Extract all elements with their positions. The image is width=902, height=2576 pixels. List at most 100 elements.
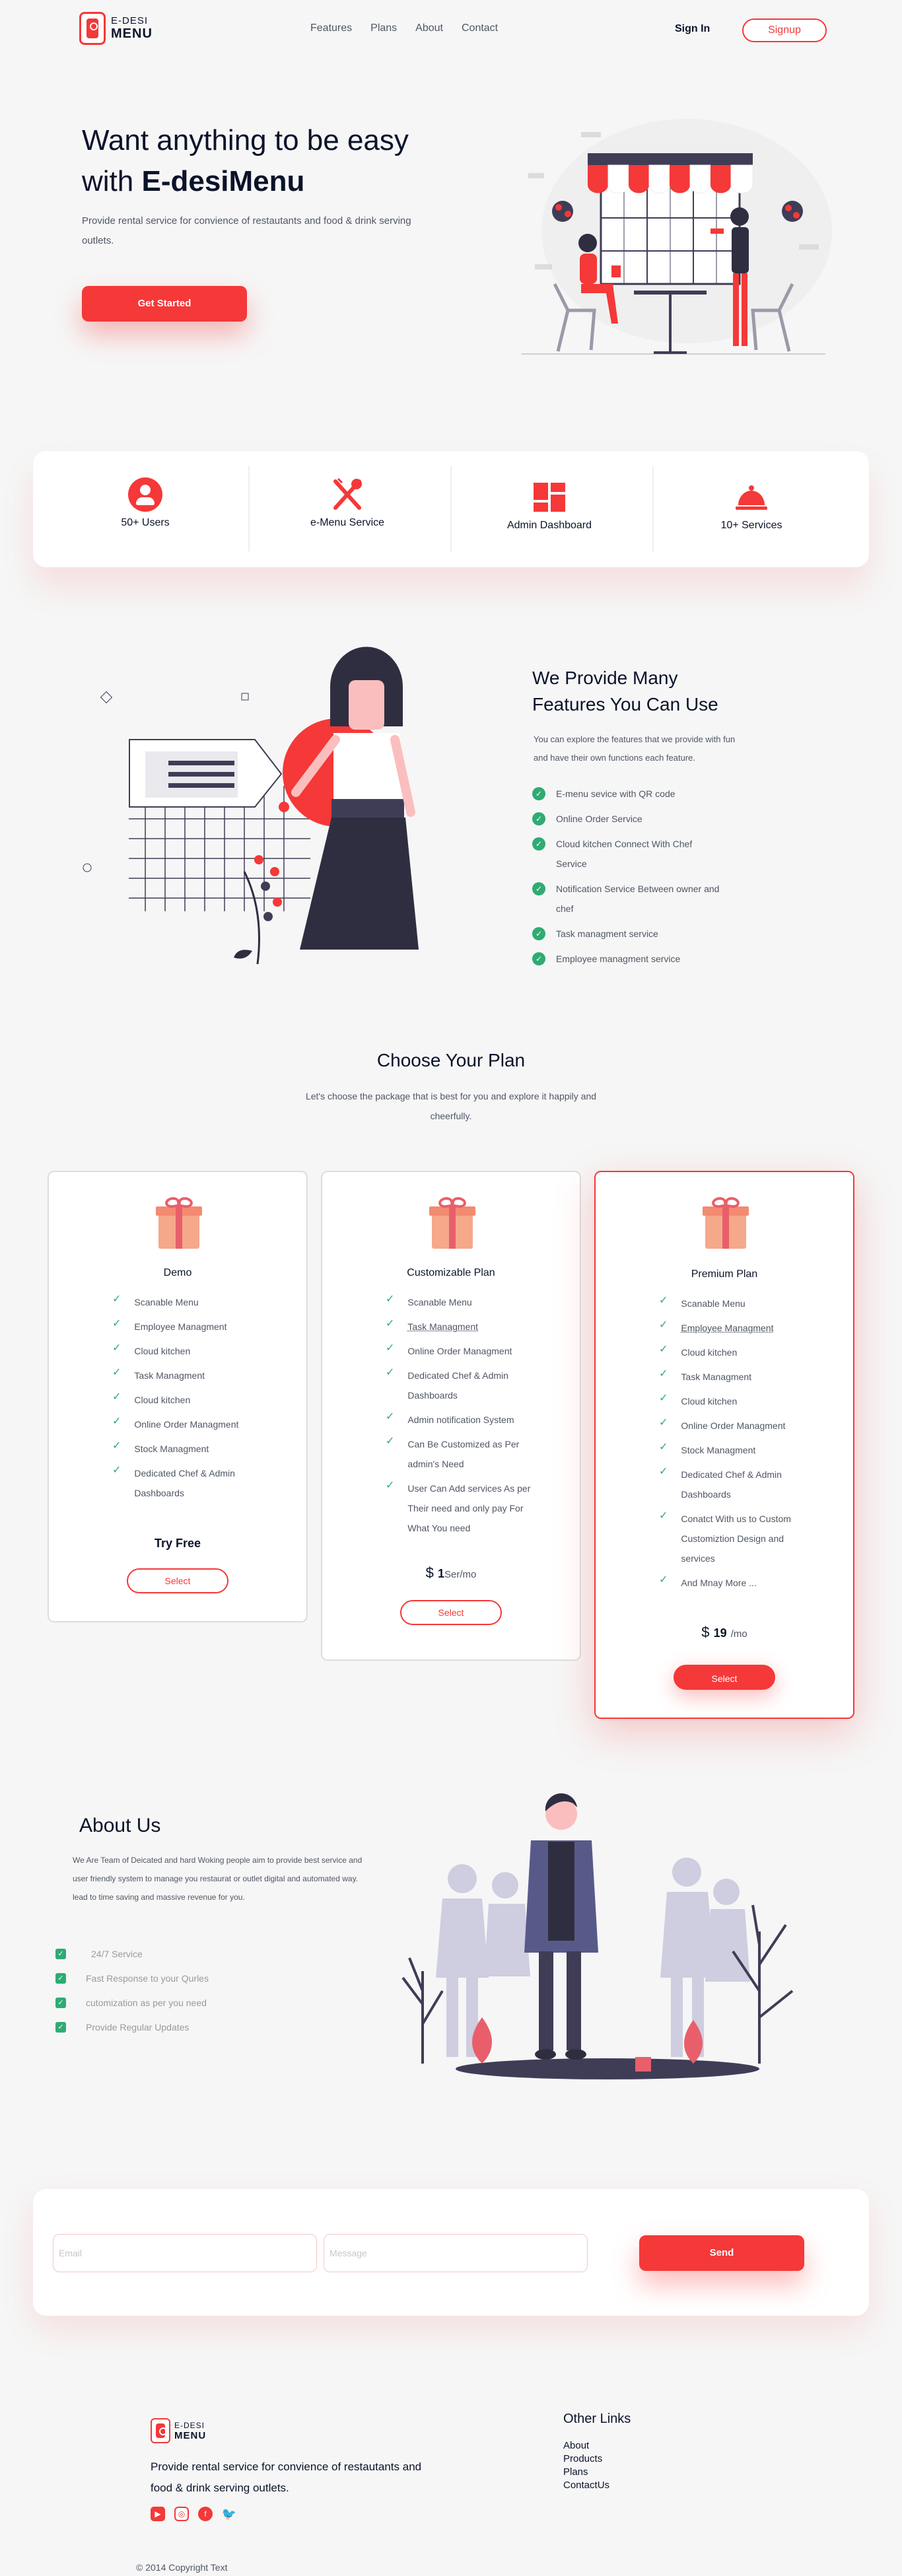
gift-icon [703,1196,749,1249]
check-icon: ✓ [112,1465,121,1476]
check-icon: ✓ [659,1442,668,1453]
features-illustration [79,641,449,971]
stat-label: 50+ Users [121,517,170,528]
plan-item: ✓ Scanable Menu [386,1292,557,1312]
check-icon: ✓ [386,1318,395,1329]
footer-link-plans[interactable]: Plans [563,2466,609,2479]
checkbox-icon: ✓ [55,1948,66,1959]
message-field[interactable]: Message [324,2234,588,2272]
social-links: ▶ ◎ f 🐦 [151,2507,236,2521]
feature-item: ✓ E-menu sevice with QR code [532,784,757,804]
plan-item: ✓ Scanable Menu [659,1294,837,1313]
send-button[interactable]: Send [639,2235,804,2271]
stat-dashboard: Admin Dashboard [490,483,609,532]
facebook-icon[interactable]: f [198,2507,213,2521]
instagram-icon[interactable]: ◎ [174,2507,189,2521]
youtube-icon[interactable]: ▶ [151,2507,165,2521]
email-field[interactable]: Email [53,2234,317,2272]
checkbox-icon: ✓ [55,1997,66,2008]
plan-item: ✓ Task Managment [386,1317,557,1337]
plan-features: ✓ Scanable Menu ✓ Employee Managment ✓ Clou… [659,1294,837,1597]
feature-item: ✓ Employee managment service [532,949,757,969]
plan-item: ✓ Task Managment [659,1367,837,1387]
cloche-icon [734,483,769,512]
nav-about[interactable]: About [415,22,443,34]
check-icon: ✓ [112,1416,121,1427]
about-item: ✓ cutomization as per you need [55,1990,293,2015]
select-button-customizable[interactable]: Select [400,1600,502,1625]
check-icon: ✓ [659,1574,668,1585]
about-illustration [390,1793,812,2083]
plan-name: Premium Plan [691,1269,758,1280]
check-icon: ✓ [386,1411,395,1422]
check-icon: ✓ [112,1294,121,1305]
feature-item: ✓ Notification Service Between owner and … [532,879,757,919]
plan-name: Customizable Plan [407,1267,495,1278]
check-icon: ✓ [659,1319,668,1331]
check-icon: ✓ [112,1342,121,1354]
signin-link[interactable]: Sign In [675,23,710,35]
signup-button[interactable]: Signup [742,18,827,42]
select-button-premium[interactable]: Select [674,1665,775,1690]
plan-item: ✓ Online Order Managment [659,1416,837,1436]
check-icon: ✓ [532,787,545,800]
footer-link-about[interactable]: About [563,2439,609,2453]
plan-item: ✓ Employee Managment [112,1317,284,1337]
check-icon: ✓ [532,812,545,825]
features-list: ✓ E-menu sevice with QR code ✓ Online Orde… [532,784,757,974]
features-desc: You can explore the features that we pro… [534,734,736,763]
plan-price: Try Free [154,1537,201,1550]
plan-item: ✓ Can Be Customized as Per admin's Need [386,1434,557,1474]
feature-item: ✓ Cloud kitchen Connect With Chef Service [532,834,757,874]
dashboard-icon [534,483,565,512]
check-icon: ✓ [112,1367,121,1378]
plan-features: ✓ Scanable Menu ✓ Employee Managment ✓ Clou… [112,1292,284,1508]
stat-label: e-Menu Service [310,517,385,528]
plans-title: Choose Your Plan [376,1050,526,1070]
brand-line1: E-DESI [111,15,149,26]
select-button-demo[interactable]: Select [127,1568,228,1593]
divider [248,466,250,551]
hero-title: Want anything to be easy with E-desiMenu [82,124,409,197]
plan-card-premium: Premium Plan ✓ Scanable Menu ✓ Employee Ma… [594,1171,854,1719]
stats-card: 50+ Users e-Menu Service Admin Dashboard… [33,451,869,567]
about-list: ✓ 24/7 Service ✓ Fast Response to your Qur… [55,1941,293,2039]
checkbox-icon: ✓ [55,2021,66,2033]
plan-card-demo: Demo ✓ Scanable Menu ✓ Employee Managment … [48,1171,308,1622]
twitter-icon[interactable]: 🐦 [222,2507,236,2521]
check-icon: ✓ [112,1391,121,1403]
nav-contact[interactable]: Contact [462,22,498,34]
footer-link-contactus[interactable]: ContactUs [563,2479,609,2492]
hero-illustration [515,112,839,357]
plan-item: ✓ Cloud kitchen [112,1341,284,1361]
footer-links: About Products Plans ContactUs [563,2439,609,2492]
footer-logo[interactable]: E-DESI MENU [151,2418,206,2443]
brand-logo[interactable]: E-DESI MENU [79,12,153,45]
footer-desc: Provide rental service for convience of … [151,2460,422,2494]
plan-item: ✓ Task Managment [112,1366,284,1385]
plan-name: Demo [163,1267,192,1278]
fork-spoon-icon [330,477,364,512]
copyright: © 2014 Copyright Text [136,2562,228,2573]
check-icon: ✓ [659,1344,668,1355]
features-title: We Provide Many Features You Can Use [532,668,718,714]
get-started-button[interactable]: Get Started [82,286,247,322]
check-icon: ✓ [386,1342,395,1354]
check-icon: ✓ [532,882,545,895]
footer-link-products[interactable]: Products [563,2453,609,2466]
plan-item: ✓ Scanable Menu [112,1292,284,1312]
nav-features[interactable]: Features [310,22,352,34]
plan-price: $ 19 /mo [701,1624,747,1640]
about-title: About Us [79,1815,161,1836]
feature-item: ✓ Online Order Service [532,809,757,829]
nav-plans[interactable]: Plans [370,22,397,34]
checkbox-icon: ✓ [55,1972,66,1984]
check-icon: ✓ [659,1466,668,1477]
stat-services: 10+ Services [692,483,811,532]
check-icon: ✓ [659,1393,668,1404]
plan-item: ✓ Employee Managment [659,1318,837,1338]
plan-item: ✓ Online Order Managment [112,1414,284,1434]
check-icon: ✓ [659,1510,668,1521]
check-icon: ✓ [532,837,545,851]
plan-item: ✓ User Can Add services As per Their need… [386,1479,557,1538]
